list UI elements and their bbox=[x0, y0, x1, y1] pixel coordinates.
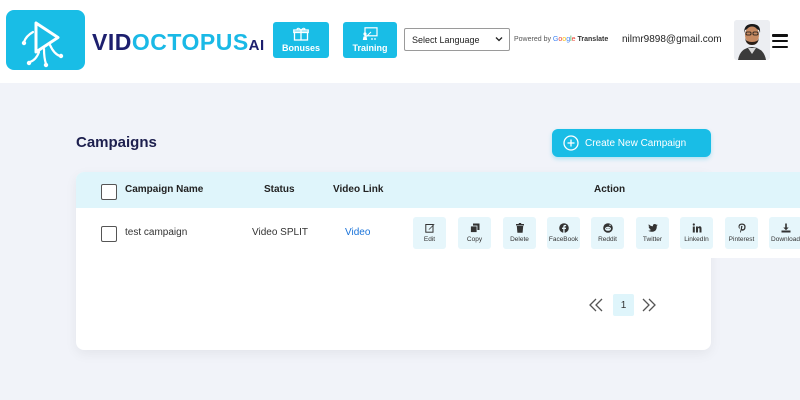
logo-wordmark: VIDOCTOPUSAI bbox=[92, 29, 265, 55]
download-button[interactable]: Download bbox=[769, 217, 800, 249]
powered-by-google-translate[interactable]: Powered by Google Translate bbox=[514, 35, 608, 45]
create-new-campaign-button[interactable]: Create New Campaign bbox=[552, 129, 711, 157]
linkedin-share-button[interactable]: LinkedIn bbox=[680, 217, 713, 249]
video-link[interactable]: Video bbox=[345, 227, 370, 239]
delete-button[interactable]: Delete bbox=[503, 217, 536, 249]
column-header-action: Action bbox=[594, 184, 626, 195]
bonuses-label: Bonuses bbox=[281, 43, 320, 53]
bonuses-button[interactable]: Bonuses bbox=[273, 22, 329, 58]
campaign-status-cell: Video SPLIT bbox=[252, 227, 308, 238]
column-header-status: Status bbox=[264, 184, 295, 195]
edit-button[interactable]: Edit bbox=[413, 217, 446, 249]
copy-icon bbox=[469, 223, 479, 233]
twitter-share-button[interactable]: Twitter bbox=[636, 217, 669, 249]
google-letter: e bbox=[571, 36, 576, 43]
user-avatar-icon bbox=[734, 20, 770, 60]
download-label: Download bbox=[771, 236, 800, 243]
chevron-down-icon bbox=[495, 37, 503, 42]
reddit-icon bbox=[602, 223, 613, 233]
language-select-value: Select Language bbox=[412, 34, 480, 45]
octopus-play-icon bbox=[21, 21, 64, 68]
create-campaign-label: Create New Campaign bbox=[585, 137, 687, 149]
column-header-video-link: Video Link bbox=[333, 184, 384, 195]
campaign-name-cell: test campaign bbox=[125, 227, 188, 238]
plus-circle-icon bbox=[563, 135, 579, 151]
delete-label: Delete bbox=[510, 236, 529, 243]
top-header: VIDOCTOPUSAI Bonuses Training Select Lan… bbox=[0, 0, 800, 83]
training-button[interactable]: Training bbox=[343, 22, 397, 58]
double-chevron-right-icon[interactable] bbox=[641, 298, 657, 312]
logo-text-octopus: OCTOPUS bbox=[131, 29, 249, 55]
download-icon bbox=[781, 223, 790, 233]
twitter-icon bbox=[647, 224, 658, 232]
hamburger-menu-icon[interactable] bbox=[772, 34, 788, 48]
copy-button[interactable]: Copy bbox=[458, 217, 491, 249]
vidoctopus-logo[interactable]: VIDOCTOPUSAI bbox=[6, 10, 265, 70]
translate-text: Translate bbox=[577, 36, 609, 43]
page-title: Campaigns bbox=[76, 134, 157, 151]
training-board-icon bbox=[362, 27, 378, 40]
edit-icon bbox=[424, 224, 434, 233]
logo-text-vid: VID bbox=[92, 29, 132, 55]
hamburger-bar bbox=[772, 34, 788, 37]
linkedin-icon bbox=[692, 223, 701, 233]
pinterest-icon bbox=[738, 223, 746, 233]
trash-icon bbox=[515, 223, 524, 233]
row-checkbox[interactable] bbox=[101, 226, 117, 242]
google-logo-text: Google bbox=[553, 36, 576, 43]
double-chevron-left-icon[interactable] bbox=[588, 298, 604, 312]
hamburger-bar bbox=[772, 39, 788, 43]
logo-mark bbox=[6, 10, 85, 70]
user-email: nilmr9898@gmail.com bbox=[622, 34, 722, 45]
hamburger-bar bbox=[772, 45, 788, 48]
facebook-share-button[interactable]: FaceBook bbox=[547, 217, 580, 249]
avatar[interactable] bbox=[734, 20, 770, 60]
facebook-icon bbox=[558, 223, 569, 233]
pinterest-share-button[interactable]: Pinterest bbox=[725, 217, 758, 249]
column-header-campaign-name: Campaign Name bbox=[125, 184, 204, 195]
reddit-label: Reddit bbox=[598, 236, 617, 243]
edit-label: Edit bbox=[423, 236, 436, 243]
linkedin-label: LinkedIn bbox=[684, 236, 709, 243]
reddit-share-button[interactable]: Reddit bbox=[591, 217, 624, 249]
logo-text-ai: AI bbox=[248, 37, 265, 54]
powered-by-text: Powered by bbox=[514, 36, 551, 43]
facebook-label: FaceBook bbox=[548, 236, 579, 243]
select-all-checkbox[interactable] bbox=[101, 184, 117, 200]
copy-label: Copy bbox=[466, 236, 483, 243]
pinterest-label: Pinterest bbox=[728, 236, 755, 243]
pagination-page-1[interactable]: 1 bbox=[613, 294, 634, 316]
language-select[interactable]: Select Language bbox=[404, 28, 510, 51]
training-label: Training bbox=[352, 43, 388, 53]
gift-icon bbox=[293, 27, 309, 41]
twitter-label: Twitter bbox=[642, 236, 663, 243]
